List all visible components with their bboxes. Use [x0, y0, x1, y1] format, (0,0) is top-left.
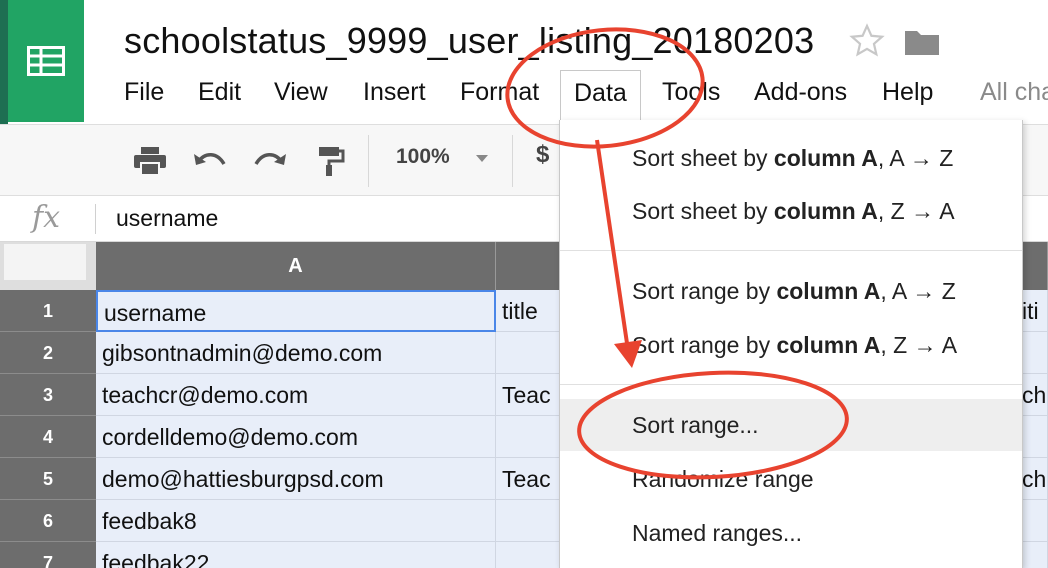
- print-button[interactable]: [130, 141, 170, 181]
- menu-item-sort-range-z-a[interactable]: Sort range by column A, Z → A: [560, 319, 1022, 371]
- last-edit-link[interactable]: All cha: [980, 70, 1048, 114]
- menu-item-column: column A: [776, 278, 881, 304]
- row-header[interactable]: 4: [0, 416, 96, 458]
- menu-add-ons[interactable]: Add-ons: [754, 70, 847, 114]
- menu-item-column: column A: [776, 332, 881, 358]
- menu-tools[interactable]: Tools: [662, 70, 720, 114]
- toolbar-separator: [512, 135, 513, 187]
- cell-a5[interactable]: demo@hattiesburgpsd.com: [96, 458, 496, 500]
- formula-input[interactable]: username: [116, 205, 218, 232]
- cell-a6[interactable]: feedbak8: [96, 500, 496, 542]
- menu-item-text: Sort range by: [632, 278, 777, 304]
- row-header[interactable]: 5: [0, 458, 96, 500]
- menu-item-sort-sheet-z-a[interactable]: Sort sheet by column A, Z → A: [560, 185, 1022, 237]
- cell-a1[interactable]: username: [96, 290, 496, 332]
- menu-item-column: column A: [773, 198, 878, 224]
- menu-help[interactable]: Help: [882, 70, 933, 114]
- row-header[interactable]: 2: [0, 332, 96, 374]
- zoom-select[interactable]: 100%: [396, 145, 450, 169]
- menu-item-text: Sort sheet by: [632, 145, 774, 171]
- toolbar-separator: [368, 135, 369, 187]
- paint-format-button[interactable]: [310, 141, 350, 181]
- star-icon[interactable]: [848, 22, 886, 60]
- menu-item-order: , A → Z: [877, 145, 954, 171]
- document-title[interactable]: schoolstatus_9999_user_listing_20180203: [124, 20, 814, 62]
- fx-icon: fx: [32, 200, 61, 235]
- undo-icon: [194, 153, 226, 165]
- menu-item-text: Sort sheet by: [632, 198, 774, 224]
- paint-format-icon: [319, 147, 345, 176]
- menu-item-text: Sort range by: [632, 332, 777, 358]
- row-header[interactable]: 1: [0, 290, 96, 332]
- zoom-caret-icon[interactable]: [476, 155, 488, 162]
- menu-item-order: , A → Z: [880, 278, 956, 304]
- row-header[interactable]: 3: [0, 374, 96, 416]
- row-header[interactable]: 6: [0, 500, 96, 542]
- menu-separator: [560, 250, 1022, 251]
- menu-data[interactable]: Data: [560, 70, 641, 122]
- menu-view[interactable]: View: [274, 70, 328, 114]
- menu-edit[interactable]: Edit: [198, 70, 241, 114]
- menu-file[interactable]: File: [124, 70, 164, 114]
- menu-item-order: , Z → A: [880, 332, 958, 358]
- menu-item-named-ranges[interactable]: Named ranges...: [560, 507, 1022, 559]
- print-icon: [134, 147, 166, 176]
- redo-button[interactable]: [250, 141, 290, 181]
- cell-a7[interactable]: feedbak22: [96, 542, 496, 568]
- redo-icon: [254, 153, 286, 165]
- menu-format[interactable]: Format: [460, 70, 539, 114]
- corner-inner: [4, 244, 86, 280]
- menu-item-randomize-range[interactable]: Randomize range: [560, 453, 1022, 505]
- column-header-a[interactable]: A: [96, 242, 496, 290]
- row-header[interactable]: 7: [0, 542, 96, 568]
- menu-insert[interactable]: Insert: [363, 70, 426, 114]
- folder-icon[interactable]: [904, 28, 940, 56]
- currency-format-button[interactable]: $: [536, 141, 549, 169]
- menu-item-sort-range-a-z[interactable]: Sort range by column A, A → Z: [560, 265, 1022, 317]
- formula-separator: [95, 204, 96, 234]
- menu-item-order: , Z → A: [877, 198, 955, 224]
- menu-item-sort-range[interactable]: Sort range...: [560, 399, 1022, 451]
- cell-a3[interactable]: teachcr@demo.com: [96, 374, 496, 416]
- cell-a2[interactable]: gibsontnadmin@demo.com: [96, 332, 496, 374]
- select-all-corner[interactable]: [0, 242, 96, 290]
- menu-separator: [560, 384, 1022, 385]
- menu-item-column: column A: [773, 145, 878, 171]
- menu-bar: File Edit View Insert Format Data Tools …: [0, 70, 1048, 122]
- menu-item-sort-sheet-a-z[interactable]: Sort sheet by column A, A → Z: [560, 132, 1022, 184]
- data-menu-dropdown: Sort sheet by column A, A → Z Sort sheet…: [559, 120, 1023, 568]
- cell-a4[interactable]: cordelldemo@demo.com: [96, 416, 496, 458]
- undo-button[interactable]: [190, 141, 230, 181]
